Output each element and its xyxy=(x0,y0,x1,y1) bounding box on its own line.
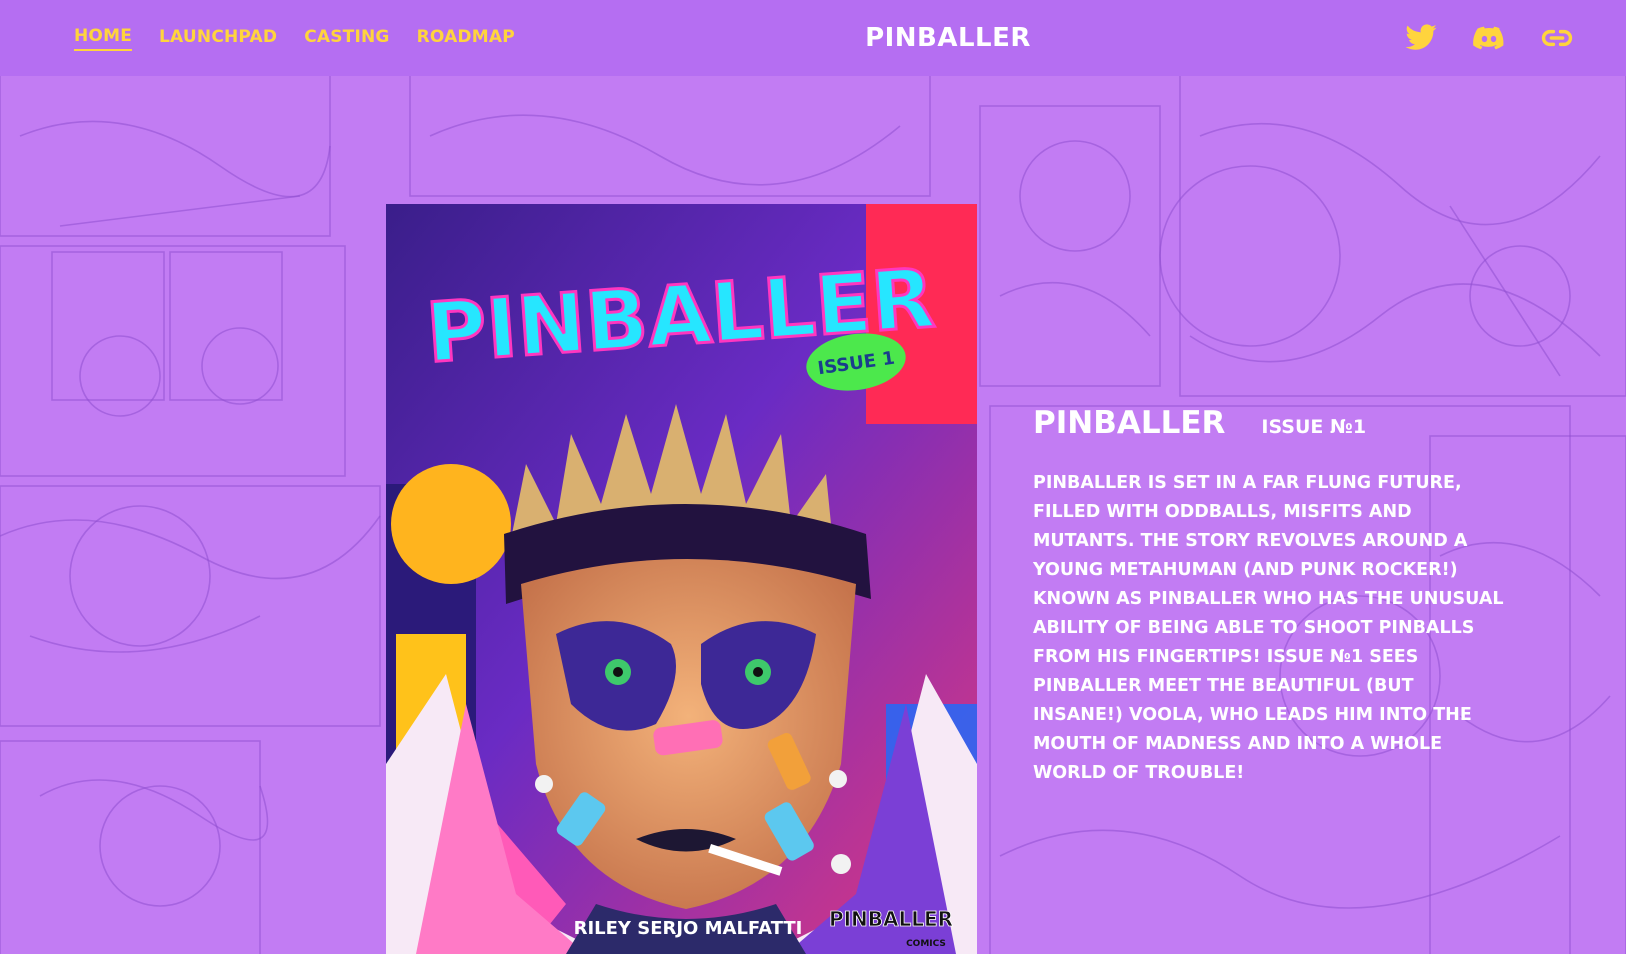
twitter-icon[interactable] xyxy=(1404,21,1438,55)
top-nav: HOME LAUNCHPAD CASTING ROADMAP PINBALLER xyxy=(0,0,1626,76)
nav-link-home[interactable]: HOME xyxy=(74,26,133,51)
cover-publisher-logo: PINBALLER xyxy=(829,907,953,931)
issue-number: ISSUE №1 xyxy=(1261,416,1367,438)
link-icon[interactable] xyxy=(1540,21,1574,55)
brand-title[interactable]: PINBALLER xyxy=(865,23,1031,53)
issue-heading: PINBALLER ISSUE №1 xyxy=(1033,405,1508,441)
nav-link-casting[interactable]: CASTING xyxy=(304,27,389,50)
issue-title: PINBALLER xyxy=(1033,405,1226,441)
issue-info: PINBALLER ISSUE №1 PINBALLER IS SET IN A… xyxy=(1033,405,1508,788)
cover-publisher-sub: COMICS xyxy=(906,939,946,949)
discord-icon[interactable] xyxy=(1472,21,1506,55)
social-links xyxy=(1404,0,1574,76)
nav-link-roadmap[interactable]: ROADMAP xyxy=(417,27,515,50)
nav-link-launchpad[interactable]: LAUNCHPAD xyxy=(159,27,277,50)
nav-links: HOME LAUNCHPAD CASTING ROADMAP xyxy=(74,0,515,76)
issue-description: PINBALLER IS SET IN A FAR FLUNG FUTURE, … xyxy=(1033,473,1504,783)
cover-author: RILEY SERJO MALFATTI xyxy=(574,918,803,939)
comic-cover-image: PINBALLER ISSUE 1 RILEY SERJO MALFATTI P… xyxy=(386,204,977,954)
